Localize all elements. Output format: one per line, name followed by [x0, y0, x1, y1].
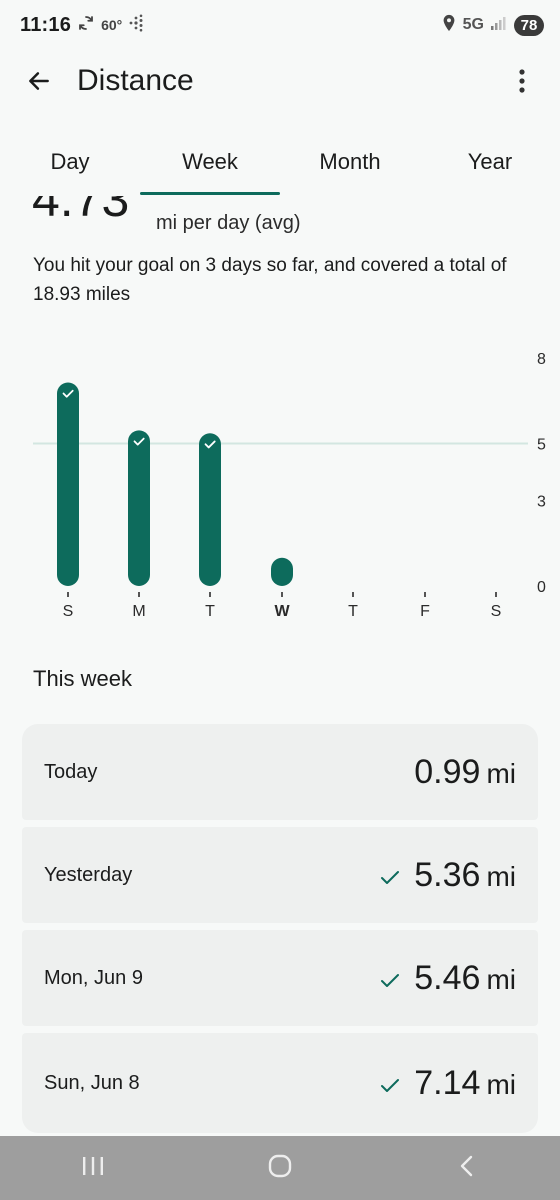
day-row-value: 5.46 [414, 958, 481, 997]
tab-year[interactable]: Year [420, 142, 560, 182]
day-row-label: Yesterday [44, 863, 133, 886]
bar-1 [128, 430, 150, 586]
day-label: M [132, 603, 145, 620]
tab-month[interactable]: Month [280, 142, 420, 182]
home-button[interactable] [250, 1146, 310, 1190]
home-icon [267, 1153, 293, 1184]
check-icon [380, 969, 400, 995]
summary-text: You hit your goal on 3 days so far, and … [33, 255, 507, 305]
sync-icon [77, 14, 95, 37]
recents-icon [81, 1155, 105, 1182]
day-label: W [274, 603, 290, 620]
check-icon [380, 866, 400, 892]
app-bar: Distance [0, 52, 560, 112]
check-icon [380, 1074, 400, 1100]
system-nav-bar [0, 1136, 560, 1200]
summary-header: 4.73 mi per day (avg) [0, 196, 560, 246]
period-tabs: Day Week Month Year [0, 130, 560, 196]
arrow-left-icon [26, 68, 52, 99]
day-row-label: Today [44, 760, 98, 783]
recents-button[interactable] [63, 1146, 123, 1190]
more-vert-icon [518, 68, 526, 99]
day-row-unit: mi [486, 860, 516, 892]
bar-2 [199, 433, 221, 586]
day-row-unit: mi [486, 963, 516, 995]
page-title: Distance [77, 64, 194, 97]
tab-day[interactable]: Day [0, 142, 140, 182]
network-type: 5G [462, 16, 484, 33]
status-temperature: 60° [101, 17, 123, 33]
tab-week[interactable]: Week [140, 142, 280, 182]
day-label: T [205, 603, 215, 620]
day-row-unit: mi [486, 757, 516, 789]
more-options-button[interactable] [508, 66, 536, 100]
day-row-label: Sun, Jun 8 [44, 1071, 140, 1094]
status-time: 11:16 [20, 13, 72, 36]
day-label: S [491, 603, 502, 620]
location-icon [441, 14, 457, 37]
y-tick-label: 5 [537, 437, 546, 454]
tab-selected-indicator [140, 192, 280, 195]
battery-indicator: 78 [514, 14, 544, 36]
day-row-value: 0.99 [414, 752, 481, 791]
distance-chart-svg: 8 5 3 0 S M T W T F S [33, 351, 546, 620]
y-tick-label: 3 [537, 494, 546, 511]
average-unit: mi per day (avg) [156, 212, 301, 234]
bar-3 [271, 557, 293, 586]
day-label: T [348, 603, 358, 620]
chevron-left-icon [457, 1154, 477, 1183]
y-tick-label: 8 [537, 351, 546, 368]
day-row-sun-jun-8[interactable]: Sun, Jun 8 7.14 mi [22, 1033, 538, 1133]
y-tick-label: 0 [537, 579, 546, 596]
back-nav-button[interactable] [437, 1146, 497, 1190]
fitbit-icon [128, 14, 144, 37]
distance-chart: 8 5 3 0 S M T W T F S [0, 330, 560, 630]
bar-0 [57, 382, 79, 586]
day-row-mon-jun-9[interactable]: Mon, Jun 9 5.46 mi [22, 930, 538, 1026]
day-label: F [420, 603, 430, 620]
section-title: This week [33, 666, 133, 691]
day-label: S [63, 603, 74, 620]
average-value: 4.73 [32, 196, 130, 227]
day-row-value: 5.36 [414, 855, 481, 894]
day-row-label: Mon, Jun 9 [44, 966, 143, 989]
day-row-value: 7.14 [414, 1063, 481, 1102]
status-bar: 11:16 60° 5G 78 [0, 0, 560, 50]
signal-icon [490, 15, 508, 36]
back-button[interactable] [22, 66, 56, 100]
day-row-yesterday[interactable]: Yesterday 5.36 mi [22, 827, 538, 923]
day-row-today[interactable]: Today 0.99 mi [22, 724, 538, 820]
day-row-unit: mi [486, 1068, 516, 1100]
